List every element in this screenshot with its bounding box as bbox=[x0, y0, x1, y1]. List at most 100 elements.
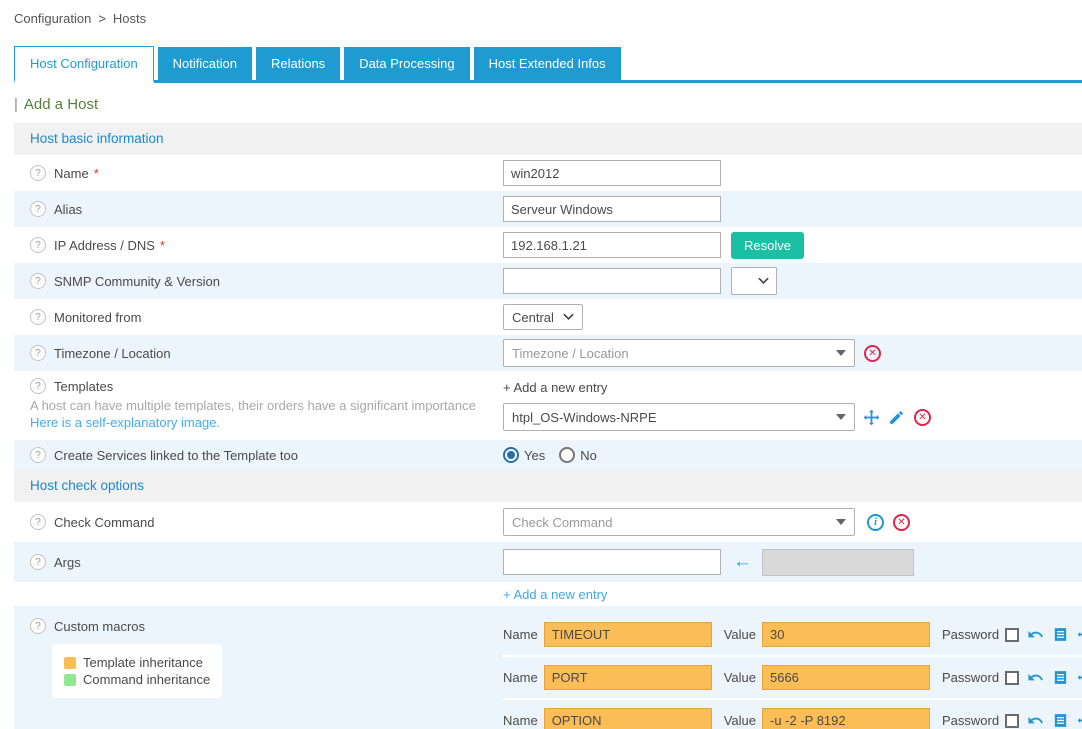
chevron-down-icon bbox=[758, 277, 769, 285]
macro-name-label: Name bbox=[503, 670, 538, 685]
move-icon[interactable] bbox=[1077, 669, 1082, 686]
undo-icon[interactable] bbox=[1027, 669, 1044, 686]
move-icon[interactable] bbox=[1077, 626, 1082, 643]
undo-icon[interactable] bbox=[1027, 626, 1044, 643]
timezone-select[interactable]: Timezone / Location bbox=[503, 339, 855, 367]
monitored-from-label: Monitored from bbox=[54, 310, 141, 325]
breadcrumb-hosts[interactable]: Hosts bbox=[113, 11, 146, 26]
page-title: |Add a Host bbox=[0, 83, 1082, 123]
delete-template-icon[interactable]: ✕ bbox=[914, 409, 931, 426]
password-checkbox[interactable] bbox=[1005, 671, 1019, 685]
macro-name-input[interactable] bbox=[544, 622, 712, 647]
name-input[interactable] bbox=[503, 160, 721, 186]
create-services-label: Create Services linked to the Template t… bbox=[54, 448, 298, 463]
timezone-label: Timezone / Location bbox=[54, 346, 171, 361]
form-row-check-command: ? Check Command Check Command i ✕ bbox=[14, 502, 1082, 542]
help-icon[interactable]: ? bbox=[30, 309, 46, 325]
description-icon[interactable] bbox=[1052, 626, 1069, 643]
help-icon[interactable]: ? bbox=[30, 378, 46, 394]
clear-timezone-icon[interactable]: ✕ bbox=[864, 345, 881, 362]
custom-macros-label: Custom macros bbox=[54, 619, 145, 634]
radio-yes-label: Yes bbox=[524, 448, 545, 463]
macro-value-label: Value bbox=[724, 670, 756, 685]
password-checkbox[interactable] bbox=[1005, 628, 1019, 642]
form-row-timezone: ? Timezone / Location Timezone / Locatio… bbox=[14, 335, 1082, 371]
args-add-entry-link[interactable]: + Add a new entry bbox=[503, 587, 607, 602]
tab-relations[interactable]: Relations bbox=[256, 47, 340, 80]
radio-no-label: No bbox=[580, 448, 597, 463]
resolve-button[interactable]: Resolve bbox=[731, 232, 804, 259]
macro-row-2: Name Value Password ✕ bbox=[503, 655, 1082, 698]
form-row-monitored-from: ? Monitored from Central bbox=[14, 299, 1082, 335]
template-inheritance-swatch-icon bbox=[64, 657, 76, 669]
templates-help-link[interactable]: Here is a self-explanatory image. bbox=[30, 415, 503, 430]
macro-name-label: Name bbox=[503, 627, 538, 642]
undo-icon[interactable] bbox=[1027, 712, 1044, 729]
help-icon[interactable]: ? bbox=[30, 447, 46, 463]
help-icon[interactable]: ? bbox=[30, 618, 46, 634]
macro-row-3: Name Value Password ✕ bbox=[503, 698, 1082, 729]
tab-bar: Host Configuration Notification Relation… bbox=[14, 46, 1082, 83]
args-disabled-field bbox=[762, 549, 914, 576]
macro-value-input[interactable] bbox=[762, 708, 930, 729]
info-icon[interactable]: i bbox=[867, 514, 884, 531]
help-icon[interactable]: ? bbox=[30, 165, 46, 181]
breadcrumb: Configuration>Hosts bbox=[0, 0, 1082, 32]
form-row-custom-macros: ? Custom macros Template inheritance Com… bbox=[14, 606, 1082, 729]
help-icon[interactable]: ? bbox=[30, 201, 46, 217]
templates-add-entry-link[interactable]: + Add a new entry bbox=[503, 380, 1082, 395]
tab-notification[interactable]: Notification bbox=[158, 47, 252, 80]
password-checkbox[interactable] bbox=[1005, 714, 1019, 728]
radio-no[interactable]: No bbox=[559, 447, 597, 463]
snmp-version-select[interactable] bbox=[731, 267, 777, 295]
macro-name-input[interactable] bbox=[544, 708, 712, 729]
breadcrumb-configuration[interactable]: Configuration bbox=[14, 11, 91, 26]
left-arrow-icon: ← bbox=[733, 551, 752, 573]
chevron-down-icon bbox=[563, 313, 574, 321]
form-row-snmp: ? SNMP Community & Version bbox=[14, 263, 1082, 299]
description-icon[interactable] bbox=[1052, 669, 1069, 686]
template-select[interactable]: htpl_OS-Windows-NRPE bbox=[503, 403, 855, 431]
macro-name-input[interactable] bbox=[544, 665, 712, 690]
macro-name-label: Name bbox=[503, 713, 538, 728]
help-icon[interactable]: ? bbox=[30, 345, 46, 361]
form-row-args: ? Args ← bbox=[14, 542, 1082, 582]
snmp-community-input[interactable] bbox=[503, 268, 721, 294]
move-icon[interactable] bbox=[1077, 712, 1082, 729]
name-label: Name bbox=[54, 166, 89, 181]
section-host-basic-information: Host basic information bbox=[14, 123, 1082, 155]
tab-host-extended-infos[interactable]: Host Extended Infos bbox=[474, 47, 621, 80]
move-icon[interactable] bbox=[863, 409, 880, 426]
alias-input[interactable] bbox=[503, 196, 721, 222]
form-row-templates: ? Templates A host can have multiple tem… bbox=[14, 371, 1082, 440]
form-row-args-add-entry: + Add a new entry bbox=[14, 582, 1082, 606]
form-row-ip-address: ? IP Address / DNS * Resolve bbox=[14, 227, 1082, 263]
tab-data-processing[interactable]: Data Processing bbox=[344, 47, 469, 80]
legend-template-inheritance: Template inheritance bbox=[83, 655, 203, 670]
macro-row-1: Name Value Password ✕ bbox=[503, 614, 1082, 655]
dropdown-arrow-icon bbox=[836, 350, 846, 356]
edit-icon[interactable] bbox=[888, 409, 905, 426]
form-row-create-services: ? Create Services linked to the Template… bbox=[14, 440, 1082, 470]
macro-value-label: Value bbox=[724, 627, 756, 642]
tab-host-configuration[interactable]: Host Configuration bbox=[14, 46, 154, 83]
macro-legend: Template inheritance Command inheritance bbox=[52, 644, 222, 698]
dropdown-arrow-icon bbox=[836, 414, 846, 420]
clear-check-command-icon[interactable]: ✕ bbox=[893, 514, 910, 531]
dropdown-arrow-icon bbox=[836, 519, 846, 525]
help-icon[interactable]: ? bbox=[30, 273, 46, 289]
ip-address-input[interactable] bbox=[503, 232, 721, 258]
help-icon[interactable]: ? bbox=[30, 237, 46, 253]
macro-value-input[interactable] bbox=[762, 665, 930, 690]
help-icon[interactable]: ? bbox=[30, 554, 46, 570]
args-input[interactable] bbox=[503, 549, 721, 575]
macro-password-label: Password bbox=[942, 713, 999, 728]
check-command-placeholder: Check Command bbox=[512, 515, 612, 530]
radio-yes[interactable]: Yes bbox=[503, 447, 545, 463]
monitored-from-select[interactable]: Central bbox=[503, 304, 583, 330]
macro-value-input[interactable] bbox=[762, 622, 930, 647]
section-host-check-options: Host check options bbox=[14, 470, 1082, 502]
help-icon[interactable]: ? bbox=[30, 514, 46, 530]
check-command-select[interactable]: Check Command bbox=[503, 508, 855, 536]
description-icon[interactable] bbox=[1052, 712, 1069, 729]
